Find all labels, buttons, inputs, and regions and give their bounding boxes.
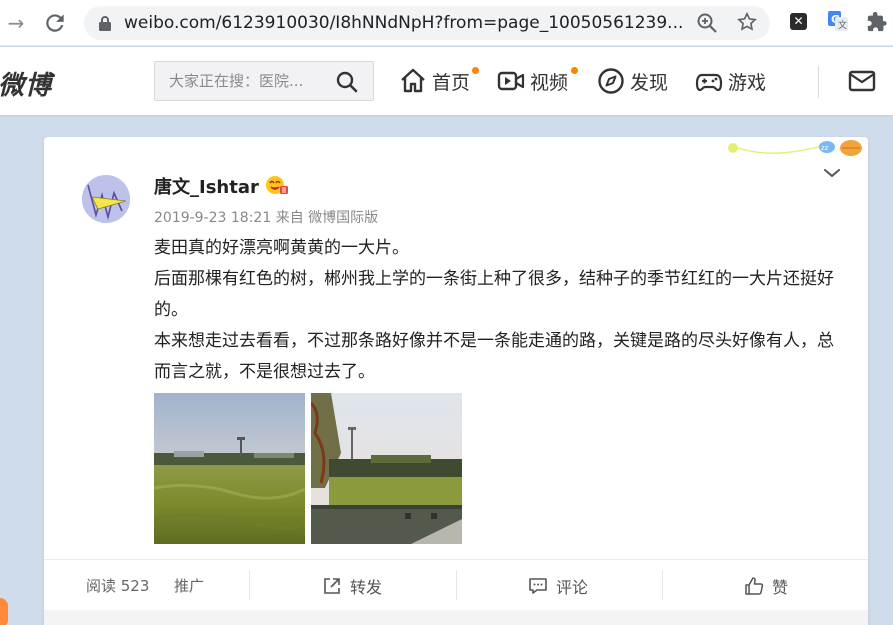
address-bar[interactable]: weibo.com/6123910030/I8hNNdNpH?from=page… (84, 6, 770, 40)
wheat-field-photo[interactable] (154, 393, 305, 544)
like-label: 赞 (772, 578, 789, 597)
weibo-header: 微博 大家正在搜：医院... 首页 视频 发现 游戏 (0, 47, 893, 115)
search-input[interactable]: 大家正在搜：医院... (154, 61, 374, 101)
road-field-photo[interactable] (311, 393, 462, 544)
svg-text:zz: zz (821, 144, 829, 152)
compass-icon (598, 68, 624, 94)
back-arrow-icon[interactable]: → (4, 11, 28, 35)
repost-button[interactable]: 转发 (322, 560, 382, 612)
nav-video-dot (571, 67, 578, 74)
nav-video[interactable]: 视频 (496, 65, 568, 97)
read-count: 阅读 523 (86, 577, 150, 595)
browser-toolbar: → weibo.com/6123910030/I8hNNdNpH?from=pa… (0, 0, 893, 46)
home-icon (401, 68, 425, 93)
search-icon[interactable] (335, 70, 359, 94)
nav-divider (818, 66, 819, 98)
action-divider (662, 570, 663, 600)
nav-home-label: 首页 (432, 71, 471, 94)
post-meta[interactable]: 2019-9-23 18:21 来自 微博国际版 (154, 207, 378, 227)
x-extension-icon[interactable]: ✕ (790, 13, 807, 30)
svg-text:文: 文 (838, 19, 847, 31)
comment-label: 评论 (556, 578, 589, 597)
thumbs-up-icon (745, 577, 764, 595)
post-card: zz 唐文_Ishtar 2019-9-23 18:21 来自 微博国际版 麦田… (44, 137, 868, 625)
post-text: 麦田真的好漂亮啊黄黄的一大片。 后面那棵有红色的树，郴州我上学的一条街上种了很多… (154, 233, 844, 388)
post-paragraph: 麦田真的好漂亮啊黄黄的一大片。 (154, 238, 409, 258)
translate-extension-icon[interactable]: G 文 (828, 11, 848, 31)
avatar[interactable] (82, 175, 130, 223)
weibo-logo[interactable]: 微博 (0, 65, 52, 102)
like-button[interactable]: 赞 (744, 560, 788, 612)
search-placeholder[interactable]: 大家正在搜：医院... (169, 62, 303, 100)
post-action-bar: 阅读 523 推广 转发 评论 赞 (44, 559, 868, 611)
username[interactable]: 唐文_Ishtar (154, 173, 259, 199)
star-icon[interactable] (736, 11, 758, 33)
next-card-edge (44, 610, 868, 625)
post-paragraph: 后面那棵有红色的树，郴州我上学的一条街上种了很多，结种子的季节红红的一大片还挺好… (154, 269, 834, 320)
action-divider (249, 570, 250, 600)
comment-icon (529, 578, 547, 594)
puzzle-extension-icon[interactable] (866, 11, 888, 33)
chevron-down-icon[interactable] (822, 163, 842, 183)
nav-home[interactable]: 首页 (398, 65, 470, 97)
url-text[interactable]: weibo.com/6123910030/I8hNNdNpH?from=page… (124, 6, 694, 40)
vip-badge-icon[interactable] (264, 174, 288, 196)
mail-icon[interactable] (848, 69, 876, 93)
action-divider (456, 570, 457, 600)
side-floating-button[interactable] (0, 598, 8, 625)
nav-video-label: 视频 (530, 71, 569, 94)
zoom-icon[interactable] (696, 12, 718, 34)
comment-button[interactable]: 评论 (528, 560, 588, 612)
reload-icon[interactable] (42, 10, 68, 36)
nav-games-label: 游戏 (728, 71, 767, 94)
nav-games[interactable]: 游戏 (694, 65, 766, 97)
post-paragraph: 本来想走过去看看，不过那条路好像并不是一条能走通的路，关键是路的尽头好像有人，总… (154, 331, 834, 382)
video-icon (497, 71, 525, 91)
repost-label: 转发 (350, 578, 383, 597)
sleeping-cat-decoration-icon: zz (728, 140, 862, 156)
nav-discover[interactable]: 发现 (596, 65, 668, 97)
gamepad-icon (695, 73, 723, 92)
repost-icon (324, 578, 340, 594)
nav-discover-label: 发现 (630, 71, 669, 94)
lock-icon (99, 16, 111, 31)
nav-home-dot (472, 67, 479, 74)
promote-link[interactable]: 推广 (174, 560, 204, 612)
